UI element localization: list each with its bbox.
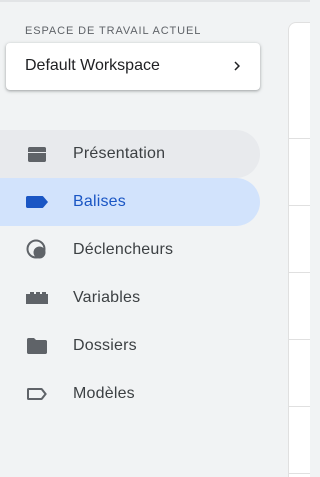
trigger-icon xyxy=(26,239,46,259)
sidebar-nav: Présentation Balises Déclencheurs Variab… xyxy=(0,130,260,418)
tag-icon xyxy=(26,196,48,208)
sidebar-item-label: Modèles xyxy=(73,385,135,402)
sidebar-item-variables[interactable]: Variables xyxy=(0,274,260,322)
panel-row-divider xyxy=(289,272,310,273)
workspace-section-label: ESPACE DE TRAVAIL ACTUEL xyxy=(25,25,202,37)
panel-row-divider xyxy=(289,205,310,206)
sidebar-item-label: Déclencheurs xyxy=(73,241,174,258)
sidebar-item-label: Balises xyxy=(73,193,126,210)
variables-icon xyxy=(26,292,48,304)
template-tag-outline-icon xyxy=(27,388,47,400)
chevron-right-icon xyxy=(234,61,240,71)
sidebar-item-label: Variables xyxy=(73,289,141,306)
panel-row-divider xyxy=(289,473,310,474)
folder-icon xyxy=(27,338,47,354)
sidebar-item-balises[interactable]: Balises xyxy=(0,178,260,226)
overview-folder-icon xyxy=(28,147,46,162)
sidebar-item-label: Présentation xyxy=(73,145,166,162)
sidebar-item-dossiers[interactable]: Dossiers xyxy=(0,322,260,370)
main-content-panel xyxy=(288,22,310,477)
sidebar-item-declencheurs[interactable]: Déclencheurs xyxy=(0,226,260,274)
sidebar-item-modeles[interactable]: Modèles xyxy=(0,370,260,418)
panel-row-divider xyxy=(289,138,310,139)
workspace-name: Default Workspace xyxy=(25,57,160,74)
sidebar-item-presentation[interactable]: Présentation xyxy=(0,130,260,178)
workspace-selector-button[interactable]: Default Workspace xyxy=(6,43,260,90)
panel-row-divider xyxy=(289,406,310,407)
panel-row-divider xyxy=(289,339,310,340)
top-divider xyxy=(0,0,310,2)
gtm-sidebar-screen: ESPACE DE TRAVAIL ACTUEL Default Workspa… xyxy=(0,0,310,477)
sidebar-item-label: Dossiers xyxy=(73,337,137,354)
